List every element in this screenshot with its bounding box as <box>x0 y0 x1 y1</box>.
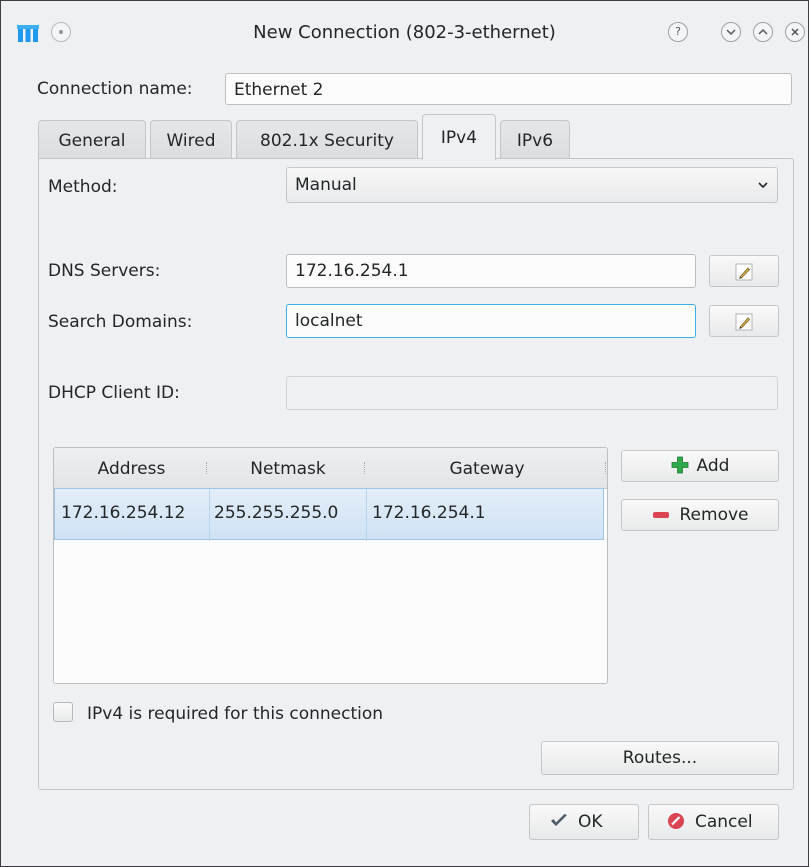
dialog-window: New Connection (802-3-ethernet) ? Connec… <box>0 0 809 867</box>
table-header: Address Netmask Gateway <box>54 448 607 489</box>
chevron-up-icon <box>758 28 768 35</box>
tab-general[interactable]: General <box>38 120 146 158</box>
address-cell: 172.16.254.12 <box>61 503 186 523</box>
chevron-down-icon <box>726 29 736 36</box>
search-domains-label: Search Domains: <box>48 312 193 332</box>
pencil-icon <box>735 263 753 281</box>
edit-dns-button[interactable] <box>709 255 779 287</box>
column-gateway[interactable]: Gateway <box>367 459 607 479</box>
ok-button[interactable]: OK <box>529 804 639 840</box>
minimize-button[interactable] <box>721 22 741 42</box>
routes-button[interactable]: Routes... <box>541 741 779 775</box>
dns-servers-input[interactable]: 172.16.254.1 <box>286 254 696 288</box>
add-address-button[interactable]: Add <box>621 450 779 482</box>
dhcp-client-id-label: DHCP Client ID: <box>48 383 180 403</box>
add-label: Add <box>696 456 730 476</box>
ipv4-required-checkbox[interactable] <box>53 702 73 722</box>
tab-ipv6[interactable]: IPv6 <box>500 120 570 158</box>
cell-divider <box>366 489 367 541</box>
cancel-icon <box>668 813 684 829</box>
method-select[interactable]: Manual <box>286 167 778 203</box>
cell-divider <box>209 489 210 541</box>
netmask-cell: 255.255.255.0 <box>214 503 339 523</box>
help-button[interactable]: ? <box>668 22 688 42</box>
maximize-button[interactable] <box>753 22 773 42</box>
ipv4-required-label: IPv4 is required for this connection <box>87 704 384 724</box>
table-row[interactable]: 172.16.254.12 255.255.255.0 172.16.254.1 <box>54 488 604 541</box>
checkmark-icon <box>551 814 567 826</box>
dns-servers-label: DNS Servers: <box>48 261 161 281</box>
method-label: Method: <box>48 177 118 197</box>
column-separator <box>605 462 607 474</box>
address-table[interactable]: Address Netmask Gateway 172.16.254.12 25… <box>53 447 608 684</box>
minus-icon <box>652 512 669 518</box>
cancel-label: Cancel <box>695 812 753 832</box>
connection-name-label: Connection name: <box>37 79 193 99</box>
close-icon <box>791 28 799 36</box>
tab-8021x-security[interactable]: 802.1x Security <box>236 120 418 158</box>
remove-address-button[interactable]: Remove <box>621 499 779 531</box>
pencil-icon <box>735 313 753 331</box>
method-value: Manual <box>295 175 357 195</box>
plus-icon <box>671 456 688 474</box>
chevron-down-icon <box>758 182 768 189</box>
tab-ipv4[interactable]: IPv4 <box>422 114 496 160</box>
column-address[interactable]: Address <box>54 459 209 479</box>
tab-wired[interactable]: Wired <box>150 120 232 158</box>
title-bar: New Connection (802-3-ethernet) ? <box>1 1 808 65</box>
close-button[interactable] <box>785 22 805 42</box>
connection-name-input[interactable]: Ethernet 2 <box>225 73 792 105</box>
cancel-button[interactable]: Cancel <box>648 804 779 840</box>
search-domains-input[interactable]: localnet <box>286 304 696 338</box>
gateway-cell: 172.16.254.1 <box>372 503 486 523</box>
dhcp-client-id-input[interactable] <box>286 376 778 410</box>
edit-search-domains-button[interactable] <box>709 305 779 337</box>
ok-label: OK <box>578 812 603 832</box>
remove-label: Remove <box>679 505 749 525</box>
column-netmask[interactable]: Netmask <box>209 459 367 479</box>
